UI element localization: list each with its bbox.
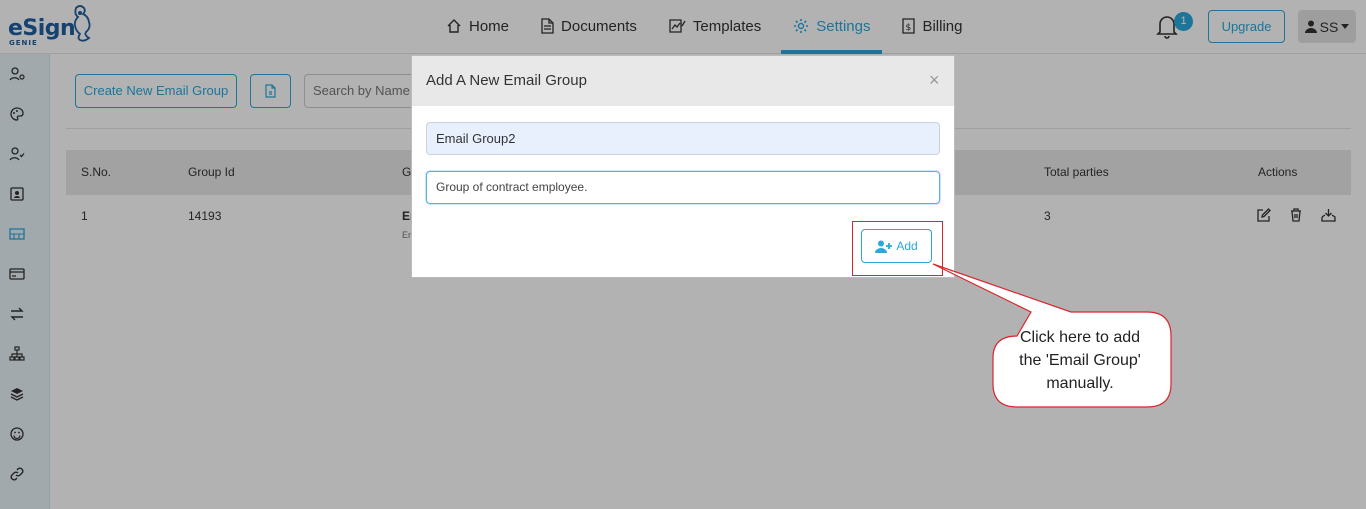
callout-line-3: manually.	[1046, 375, 1114, 392]
modal-title: Add A New Email Group	[426, 72, 587, 89]
group-name-input[interactable]: Email Group2	[426, 122, 940, 155]
add-button-label: Add	[896, 239, 918, 253]
modal-header: Add A New Email Group ×	[412, 56, 954, 106]
user-plus-icon	[875, 240, 893, 253]
add-email-group-modal: Add A New Email Group × Email Group2 Gro…	[411, 55, 955, 278]
callout-line-2: the 'Email Group'	[1019, 352, 1141, 369]
add-button[interactable]: Add	[861, 229, 932, 263]
callout-line-1: Click here to add	[1019, 329, 1141, 346]
group-description-input[interactable]: Group of contract employee.	[426, 171, 940, 204]
close-icon[interactable]: ×	[929, 70, 940, 91]
callout-text: Click here to add the 'Email Group' manu…	[1000, 326, 1160, 395]
